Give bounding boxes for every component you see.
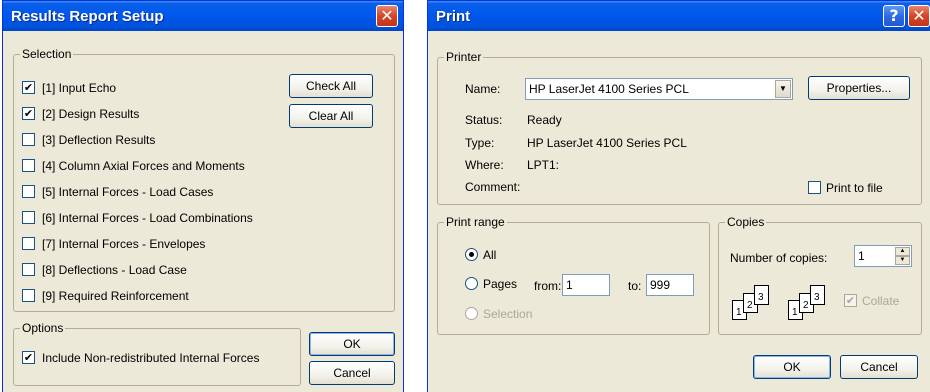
selection-radio[interactable] [465, 307, 478, 320]
report-item-label: [1] Input Echo [42, 81, 117, 95]
report-item-checkbox[interactable] [22, 81, 35, 94]
copies-value: 1 [858, 249, 865, 263]
options-group-label: Options [20, 321, 66, 335]
print-range-group-label: Print range [444, 215, 507, 229]
ok-button[interactable]: OK [309, 332, 395, 356]
cancel-button[interactable]: Cancel [840, 355, 918, 379]
to-label: to: [628, 279, 642, 293]
include-non-redistributed-label: Include Non-redistributed Internal Force… [42, 351, 260, 365]
all-radio[interactable] [465, 248, 478, 261]
collate-pages-icon: 1 2 3 1 2 3 [732, 284, 844, 324]
close-button[interactable]: ✕ [376, 5, 398, 27]
from-label: from: [534, 279, 562, 293]
results-report-setup-dialog: Results Report Setup ✕ Selection Check A… [2, 0, 404, 392]
number-of-copies-label: Number of copies: [730, 251, 828, 265]
printer-name-value: HP LaserJet 4100 Series PCL [529, 82, 689, 96]
report-item-checkbox[interactable] [22, 263, 35, 276]
type-label: Type: [465, 136, 495, 150]
printer-name-select[interactable]: HP LaserJet 4100 Series PCL ▼ [525, 78, 793, 100]
type-value: HP LaserJet 4100 Series PCL [527, 136, 687, 150]
status-label: Status: [465, 113, 503, 127]
where-label: Where: [465, 158, 504, 172]
name-label: Name: [465, 82, 501, 96]
properties-button[interactable]: Properties... [808, 76, 910, 100]
comment-label: Comment: [465, 180, 521, 194]
print-to-file-checkbox[interactable] [808, 181, 821, 194]
report-item-checkbox[interactable] [22, 159, 35, 172]
chevron-down-icon[interactable]: ▼ [775, 80, 791, 98]
printer-group-label: Printer [444, 50, 484, 64]
selection-group-label: Selection [20, 47, 74, 61]
close-icon: ✕ [380, 6, 394, 25]
report-item-label: [7] Internal Forces - Envelopes [42, 237, 206, 251]
report-item-label: [2] Design Results [42, 107, 140, 121]
report-item-label: [8] Deflections - Load Case [42, 263, 187, 277]
selection-label: Selection [483, 307, 533, 321]
status-value: Ready [527, 113, 562, 127]
report-item-label: [4] Column Axial Forces and Moments [42, 159, 245, 173]
print-dialog: Print ? ✕ Printer Name: HP LaserJet 4100… [427, 0, 930, 392]
where-value: LPT1: [527, 158, 560, 172]
pages-label: Pages [483, 277, 518, 291]
report-item-checkbox[interactable] [22, 211, 35, 224]
title-bar: Results Report Setup ✕ [3, 1, 403, 31]
from-page-input[interactable]: 1 [562, 274, 610, 296]
report-item-label: [5] Internal Forces - Load Cases [42, 185, 214, 199]
help-icon: ? [889, 6, 899, 25]
check-all-button[interactable]: Check All [289, 74, 373, 98]
pages-radio[interactable] [465, 277, 478, 290]
report-item-label: [3] Deflection Results [42, 133, 156, 147]
window-title: Print [436, 8, 471, 25]
report-item-checkbox[interactable] [22, 237, 35, 250]
copies-spinner[interactable]: 1 ▲ ▼ [854, 245, 912, 267]
to-page-input[interactable]: 999 [646, 274, 694, 296]
report-item-checkbox[interactable] [22, 289, 35, 302]
spin-up-icon[interactable]: ▲ [895, 247, 910, 256]
all-label: All [483, 248, 497, 262]
report-item-label: [6] Internal Forces - Load Combinations [42, 211, 253, 225]
report-item-checkbox[interactable] [22, 107, 35, 120]
print-to-file-label: Print to file [826, 181, 883, 195]
help-button[interactable]: ? [883, 5, 905, 27]
window-title: Results Report Setup [11, 8, 164, 25]
include-non-redistributed-checkbox[interactable] [22, 351, 35, 364]
close-button[interactable]: ✕ [908, 5, 930, 27]
clear-all-button[interactable]: Clear All [289, 104, 373, 128]
spin-down-icon[interactable]: ▼ [895, 256, 910, 265]
ok-button[interactable]: OK [753, 355, 831, 379]
collate-label: Collate [862, 294, 900, 308]
report-item-checkbox[interactable] [22, 133, 35, 146]
collate-checkbox[interactable] [844, 294, 857, 307]
close-icon: ✕ [912, 6, 926, 25]
cancel-button[interactable]: Cancel [309, 361, 395, 385]
copies-group-label: Copies [725, 215, 767, 229]
title-bar: Print ? ✕ [428, 1, 930, 31]
report-item-label: [9] Required Reinforcement [42, 289, 189, 303]
report-item-checkbox[interactable] [22, 185, 35, 198]
